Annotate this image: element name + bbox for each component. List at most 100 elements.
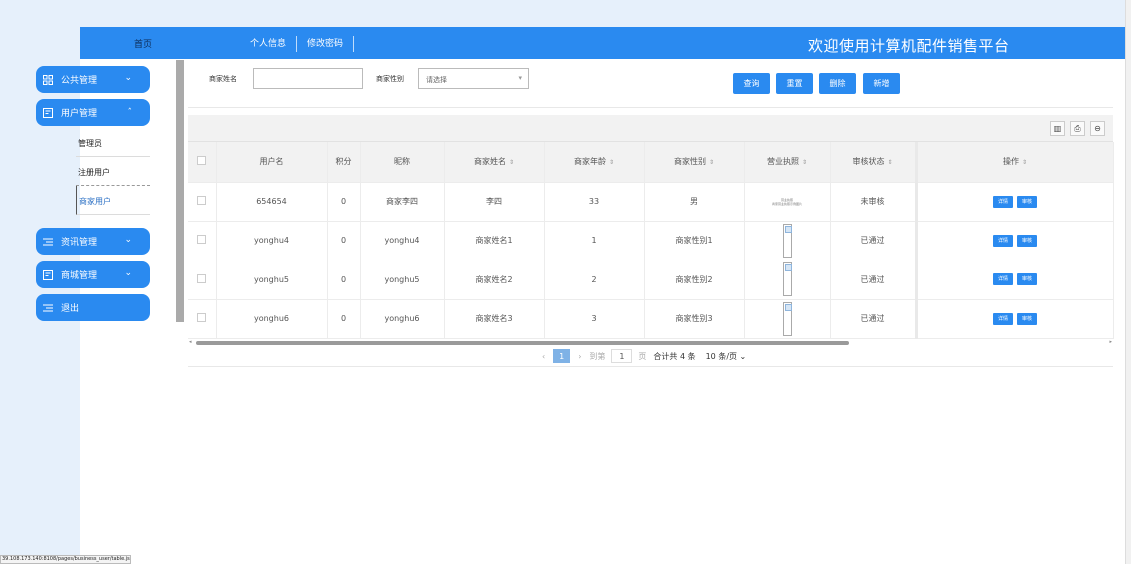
sidebar-item-admin[interactable]: 管理员 (76, 128, 150, 157)
sort-icon[interactable]: ⇕ (802, 159, 807, 166)
cell-license: 营业执照 商家营业执照示例图片 (744, 182, 831, 222)
header-nav: 个人信息 修改密码 (240, 36, 355, 52)
table-row[interactable]: yonghu4 0 yonghu4 商家姓名1 1 商家性别1 已通过 详情 审核 (188, 221, 1114, 260)
col-header-sortable[interactable]: 操作 ⇕ (914, 142, 1114, 183)
cell-actions: 详情 审核 (914, 182, 1114, 222)
home-link[interactable]: 首页 (134, 37, 152, 50)
table-row[interactable]: yonghu6 0 yonghu6 商家姓名3 3 商家性别3 已通过 详情 审核 (188, 299, 1114, 339)
broken-image-icon (782, 301, 792, 336)
page-scrollbar[interactable] (1125, 0, 1131, 564)
scroll-left-arrow-icon[interactable]: ◂ (189, 339, 192, 345)
col-header-sortable[interactable]: 营业执照 ⇕ (744, 142, 831, 183)
scrollbar-thumb[interactable] (196, 341, 849, 345)
menu-shop-management[interactable]: 商城管理 ⌄ (36, 261, 150, 288)
broken-image-icon (782, 262, 792, 297)
menu-logout[interactable]: 退出 (36, 294, 150, 321)
sidebar-item-registered-users[interactable]: 注册用户 (76, 157, 150, 186)
row-checkbox[interactable] (197, 313, 207, 322)
cell-points: 0 (327, 260, 361, 300)
table-row[interactable]: yonghu5 0 yonghu5 商家姓名2 2 商家性别2 已通过 详情 审核 (188, 260, 1114, 300)
review-button[interactable]: 审核 (1017, 312, 1038, 325)
table-horizontal-scrollbar[interactable]: ◂ ▸ (188, 339, 1113, 346)
detail-button[interactable]: 详情 (992, 195, 1013, 208)
cell-status: 已通过 (830, 221, 917, 260)
menu-label: 用户管理 (61, 109, 98, 119)
row-checkbox[interactable] (197, 273, 207, 283)
col-header-sortable[interactable]: 审核状态 ⇕ (830, 142, 917, 183)
chevron-up-icon: ˆ (127, 108, 133, 118)
select-placeholder: 请选择 (426, 76, 447, 84)
nav-profile-link[interactable]: 个人信息 (240, 36, 296, 52)
row-checkbox[interactable] (197, 196, 207, 205)
cell-nickname: yonghu5 (360, 260, 445, 300)
reset-button[interactable]: 重置 (776, 73, 813, 94)
cell-gender: 商家性别3 (644, 299, 745, 339)
nav-divider (353, 36, 355, 52)
cell-age: 1 (544, 221, 645, 260)
detail-button[interactable]: 详情 (992, 234, 1013, 247)
export-icon[interactable]: ⎙ (1070, 121, 1085, 136)
menu-user-management[interactable]: 用户管理 ˆ (36, 99, 150, 126)
cell-points: 0 (327, 221, 361, 260)
columns-icon[interactable]: ▥ (1050, 121, 1065, 136)
cell-license (744, 221, 831, 260)
col-header: 积分 (327, 142, 361, 183)
menu-label: 公共管理 (61, 76, 98, 86)
cell-license (744, 260, 831, 300)
merchant-gender-label: 商家性别 (376, 75, 404, 83)
broken-image-icon (782, 223, 792, 258)
sort-icon[interactable]: ⇕ (887, 159, 892, 166)
col-header-sortable[interactable]: 商家年龄 ⇕ (544, 142, 645, 183)
detail-button[interactable]: 详情 (992, 273, 1013, 286)
cell-name: 商家姓名2 (444, 260, 545, 300)
add-button[interactable]: 新增 (863, 73, 900, 94)
next-page-icon[interactable]: › (578, 352, 581, 361)
col-header-sortable[interactable]: 商家姓名 ⇕ (444, 142, 545, 183)
sort-icon[interactable]: ⇕ (609, 159, 614, 166)
cell-actions: 详情 审核 (914, 260, 1114, 300)
review-button[interactable]: 审核 (1017, 273, 1038, 286)
select-all-cell[interactable] (188, 142, 217, 183)
scroll-right-arrow-icon[interactable]: ▸ (1109, 339, 1112, 345)
grid-icon (42, 74, 53, 85)
col-header-sortable[interactable]: 商家性别 ⇕ (644, 142, 745, 183)
review-button[interactable]: 审核 (1017, 234, 1038, 247)
page-unit-label: 页 (638, 351, 647, 361)
query-button[interactable]: 查询 (733, 73, 770, 94)
page-top-background (0, 0, 1125, 27)
page-size-select[interactable]: 10 条/页 ⌄ (706, 351, 747, 362)
nav-change-password-link[interactable]: 修改密码 (297, 36, 353, 52)
detail-button[interactable]: 详情 (992, 312, 1013, 325)
cell-status: 已通过 (830, 299, 917, 339)
delete-button[interactable]: 删除 (819, 73, 856, 94)
status-bar-url: 39.108.173.140:8108/pages/business_user/… (0, 555, 131, 564)
select-all-checkbox[interactable] (197, 156, 207, 166)
cell-username: 654654 (216, 182, 328, 222)
prev-page-icon[interactable]: ‹ (542, 352, 545, 361)
list-icon (42, 236, 53, 247)
sidebar-item-merchant-users[interactable]: 商家用户 (76, 186, 150, 215)
sort-icon[interactable]: ⇕ (509, 159, 514, 166)
col-header: 用户名 (216, 142, 328, 183)
sort-icon[interactable]: ⇕ (709, 159, 714, 166)
goto-page-input[interactable]: 1 (611, 349, 633, 363)
cell-points: 0 (327, 182, 361, 222)
review-button[interactable]: 审核 (1017, 195, 1038, 208)
chevron-down-icon: ⌄ (124, 73, 132, 83)
page-number-current[interactable]: 1 (553, 349, 571, 363)
cell-name: 商家姓名3 (444, 299, 545, 339)
print-icon[interactable]: ⊖ (1090, 121, 1105, 136)
menu-news-management[interactable]: 资讯管理 ⌄ (36, 228, 150, 255)
chevron-down-icon: ⌄ (124, 268, 132, 278)
menu-label: 退出 (61, 304, 80, 314)
row-checkbox[interactable] (197, 235, 207, 245)
menu-public-management[interactable]: 公共管理 ⌄ (36, 66, 150, 93)
table-toolbar: ▥ ⎙ ⊖ (188, 115, 1113, 142)
chevron-down-icon: ⌄ (124, 235, 132, 245)
sort-icon[interactable]: ⇕ (1022, 159, 1027, 166)
merchant-name-input[interactable] (253, 68, 363, 89)
table-row[interactable]: 654654 0 商家李四 李四 33 男 营业执照 商家营业执照示例图片 未审… (188, 182, 1114, 222)
menu-label: 商城管理 (61, 271, 98, 281)
sidebar-scrollbar[interactable] (176, 60, 184, 322)
merchant-gender-select[interactable]: 请选择 ▾ (418, 68, 529, 89)
